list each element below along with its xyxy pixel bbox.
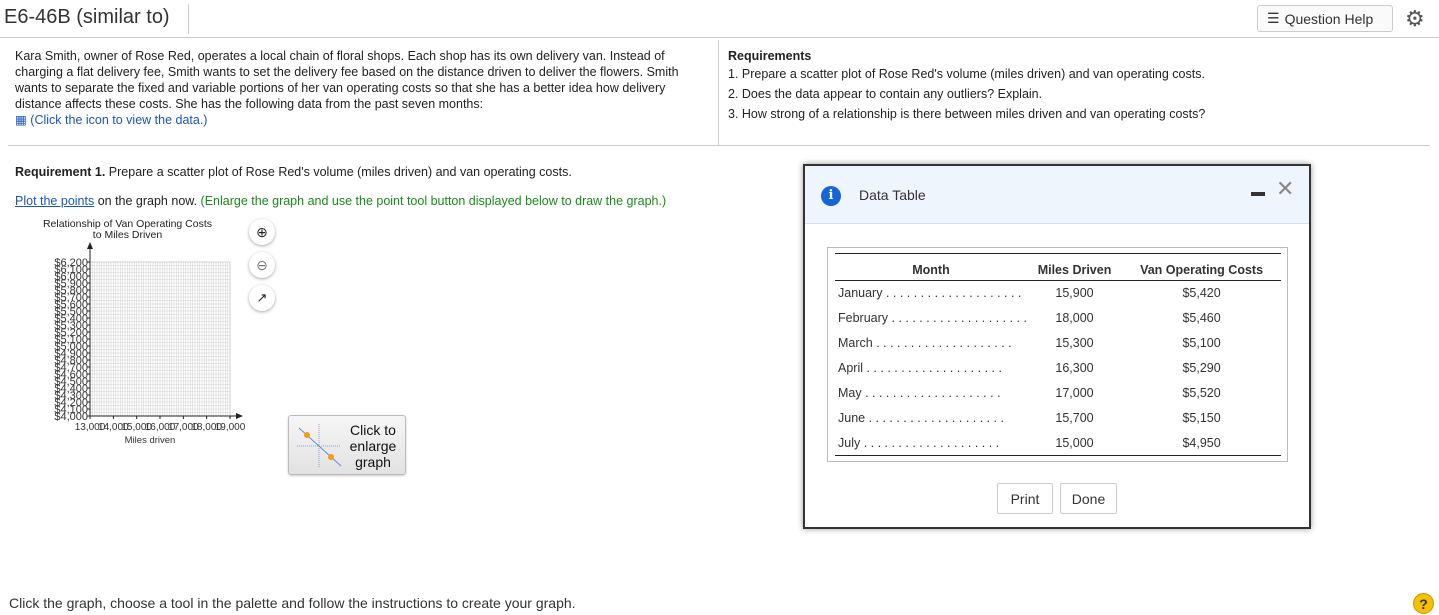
zoom-in-icon[interactable]: ⊕ [249,219,275,245]
table-row: January . . . . . . . . . . . . . . . . … [835,281,1281,306]
scatter-chart[interactable]: $4,000$4,100$4,200$4,300$4,400$4,500$4,6… [0,240,260,450]
table-icon[interactable]: ▦ [15,113,27,127]
month-cell: April . . . . . . . . . . . . . . . . . … [838,361,1002,375]
dialog-header: i Data Table ✕ [805,166,1309,224]
miles-cell: 15,700 [1055,411,1094,425]
requirement-item: 3. How strong of a relationship is there… [728,107,1206,121]
cost-cell: $5,100 [1182,336,1221,350]
miles-cell: 17,000 [1055,386,1094,400]
cost-cell: $4,950 [1122,430,1281,456]
plot-hint: (Enlarge the graph and use the point too… [197,194,667,208]
close-icon[interactable]: ✕ [1276,176,1294,202]
graph-instruction: Click the graph, choose a tool in the pa… [9,595,576,611]
question-help-button[interactable]: ☰ Question Help [1257,5,1393,32]
chart-title: Relationship of Van Operating Costs to M… [42,218,213,241]
divider [718,40,719,145]
cost-cell: $5,420 [1182,286,1221,301]
requirements-title: Requirements [728,49,812,63]
column-header: Van Operating Costs [1122,253,1281,281]
divider [8,145,1430,146]
gear-icon[interactable]: ⚙ [1405,6,1425,32]
month-cell: May . . . . . . . . . . . . . . . . . . … [838,386,1001,400]
done-button[interactable]: Done [1060,483,1117,514]
data-table-dialog: i Data Table ✕ Month Miles Driven Van Op… [803,164,1311,529]
plot-text: on the graph now. [94,194,198,208]
month-cell: February . . . . . . . . . . . . . . . .… [838,311,1027,325]
y-tick-label: $6,200 [54,257,88,269]
req1-label: Requirement 1. [15,165,106,179]
popout-icon[interactable]: ↗ [249,285,275,311]
cost-cell: $5,520 [1182,386,1221,400]
cost-cell: $5,460 [1182,311,1221,325]
problem-text: Kara Smith, owner of Rose Red, operates … [15,48,710,128]
month-cell: March . . . . . . . . . . . . . . . . . … [838,336,1012,350]
miles-cell: 16,300 [1055,361,1094,375]
requirement-item: 2. Does the data appear to contain any o… [728,87,1043,101]
miles-cell: 15,300 [1055,336,1094,350]
divider [0,37,1439,38]
column-header: Miles Driven [1026,253,1123,281]
problem-body: Kara Smith, owner of Rose Red, operates … [15,49,679,111]
view-data-label[interactable]: (Click the icon to view the data.) [30,113,207,127]
table-row: March . . . . . . . . . . . . . . . . . … [835,331,1281,356]
x-axis-arrow [236,413,243,419]
miles-cell: 15,900 [1055,286,1094,301]
table-row: May . . . . . . . . . . . . . . . . . . … [835,381,1281,406]
minimize-icon[interactable] [1251,192,1265,196]
zoom-out-icon[interactable]: ⊖ [249,252,275,278]
view-data-link[interactable]: ▦ (Click the icon to view the data.) [15,112,710,128]
graph-thumbnail-icon [297,424,342,468]
y-axis-arrow [87,242,93,249]
month-cell: June . . . . . . . . . . . . . . . . . .… [838,411,1005,425]
help-icon[interactable]: ? [1413,593,1434,614]
enlarge-graph-button[interactable]: Click to enlarge graph [288,415,406,475]
table-row: July . . . . . . . . . . . . . . . . . .… [835,430,1281,456]
cost-cell: $5,150 [1182,411,1221,425]
miles-cell: 15,000 [1026,430,1123,456]
requirement-1: Requirement 1. Prepare a scatter plot of… [15,165,572,179]
print-button[interactable]: Print [997,483,1053,514]
x-tick-label: 19,000 [215,422,246,433]
requirements: Requirements 1. Prepare a scatter plot o… [728,48,1205,124]
table-row: February . . . . . . . . . . . . . . . .… [835,306,1281,331]
cost-cell: $5,290 [1182,361,1221,375]
data-table: Month Miles Driven Van Operating Costs J… [835,253,1281,456]
req1-text: Prepare a scatter plot of Rose Red's vol… [105,165,572,179]
info-icon: i [821,186,841,206]
enlarge-label: Click to enlarge graph [349,422,397,470]
x-axis-label: Miles driven [125,435,176,446]
column-header: Month [835,253,1027,281]
data-table-box: Month Miles Driven Van Operating Costs J… [827,247,1288,462]
dialog-title: Data Table [859,187,926,203]
plot-instruction: Plot the points on the graph now. (Enlar… [15,194,666,208]
requirement-item: 1. Prepare a scatter plot of Rose Red's … [728,67,1205,81]
page-title: E6-46B (similar to) [4,6,170,28]
table-row: June . . . . . . . . . . . . . . . . . .… [835,406,1281,431]
miles-cell: 18,000 [1055,311,1094,325]
table-row: April . . . . . . . . . . . . . . . . . … [835,356,1281,381]
question-help-label: Question Help [1284,10,1374,27]
divider [188,4,189,34]
month-cell: January . . . . . . . . . . . . . . . . … [838,286,1022,301]
plot-points-link[interactable]: Plot the points [15,194,94,208]
list-icon: ☰ [1267,10,1280,26]
month-cell: July . . . . . . . . . . . . . . . . . .… [835,430,1027,456]
